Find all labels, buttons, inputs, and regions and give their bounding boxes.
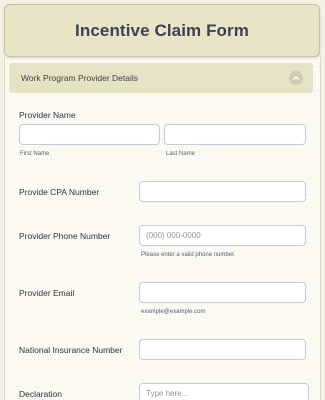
cpa-number-input[interactable] <box>139 181 306 202</box>
form-page: Incentive Claim Form Work Program Provid… <box>0 0 325 400</box>
phone-sublabel: Please enter a valid phone number. <box>141 252 236 258</box>
ni-number-label: National Insurance Number <box>19 345 123 355</box>
email-sublabel: example@example.com <box>141 309 206 315</box>
first-name-sublabel: First Name <box>20 151 50 157</box>
cpa-number-label: Provide CPA Number <box>19 187 100 197</box>
chevron-up-icon <box>292 76 300 80</box>
collapse-button[interactable] <box>289 71 303 85</box>
form-header: Incentive Claim Form <box>4 4 320 57</box>
last-name-input[interactable] <box>164 124 306 145</box>
section-title: Work Program Provider Details <box>21 73 138 83</box>
email-input[interactable] <box>139 282 306 303</box>
declaration-textarea[interactable] <box>139 383 309 400</box>
first-name-input[interactable] <box>19 124 160 145</box>
provider-name-label: Provider Name <box>19 110 76 120</box>
phone-label: Provider Phone Number <box>19 231 111 241</box>
form-title: Incentive Claim Form <box>75 20 249 40</box>
section-header[interactable]: Work Program Provider Details <box>9 63 313 93</box>
phone-input[interactable] <box>139 225 306 246</box>
email-label: Provider Email <box>19 288 75 298</box>
ni-number-input[interactable] <box>139 339 306 360</box>
last-name-sublabel: Last Name <box>166 151 196 157</box>
declaration-label: Declaration <box>19 389 62 399</box>
